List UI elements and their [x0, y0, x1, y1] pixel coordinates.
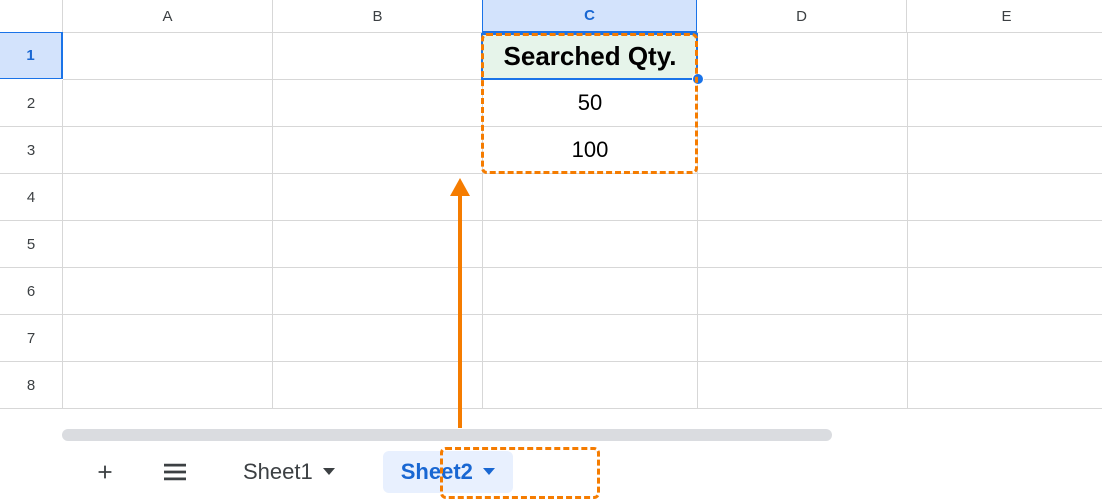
chevron-down-icon: [323, 468, 335, 476]
cell-B7[interactable]: [273, 315, 483, 362]
cell-C5[interactable]: [483, 221, 698, 268]
cell-A8[interactable]: [63, 362, 273, 409]
selection-fill-handle[interactable]: [692, 73, 704, 85]
table-row: 4: [0, 174, 1102, 221]
cell-C1[interactable]: Searched Qty.: [483, 33, 698, 80]
cell-grid[interactable]: A B C D E 1 Searched Qty. 2 50: [0, 0, 1102, 428]
cell-B5[interactable]: [273, 221, 483, 268]
cell-D8[interactable]: [698, 362, 908, 409]
cell-C3[interactable]: 100: [483, 127, 698, 174]
table-row: 2 50: [0, 80, 1102, 127]
cell-C7[interactable]: [483, 315, 698, 362]
cell-C6[interactable]: [483, 268, 698, 315]
spreadsheet-app: A B C D E 1 Searched Qty. 2 50: [0, 0, 1102, 502]
sheet-tab-label: Sheet1: [243, 459, 313, 485]
scroll-thumb[interactable]: [62, 429, 832, 441]
cell-E1[interactable]: [908, 33, 1102, 80]
row-header-3[interactable]: 3: [0, 127, 63, 174]
cell-A5[interactable]: [63, 221, 273, 268]
row-header-7[interactable]: 7: [0, 315, 63, 362]
table-row: 7: [0, 315, 1102, 362]
sheet-tab-bar: Sheet1 Sheet2: [0, 442, 1102, 502]
table-row: 6: [0, 268, 1102, 315]
cell-A1[interactable]: [63, 33, 273, 80]
sheet-tab-label: Sheet2: [401, 459, 473, 485]
cell-A4[interactable]: [63, 174, 273, 221]
cell-E3[interactable]: [908, 127, 1102, 174]
cell-E7[interactable]: [908, 315, 1102, 362]
chevron-down-icon: [483, 468, 495, 476]
scroll-track: [62, 429, 1082, 441]
cell-E2[interactable]: [908, 80, 1102, 127]
table-row: 5: [0, 221, 1102, 268]
row-header-5[interactable]: 5: [0, 221, 63, 268]
cell-D2[interactable]: [698, 80, 908, 127]
cell-B2[interactable]: [273, 80, 483, 127]
annotation-arrow-head: [450, 178, 470, 196]
cell-B8[interactable]: [273, 362, 483, 409]
column-header-D[interactable]: D: [697, 0, 907, 33]
cell-C2[interactable]: 50: [483, 80, 698, 127]
cell-A3[interactable]: [63, 127, 273, 174]
column-header-E[interactable]: E: [907, 0, 1102, 33]
cell-A6[interactable]: [63, 268, 273, 315]
cell-E6[interactable]: [908, 268, 1102, 315]
horizontal-scrollbar[interactable]: [0, 428, 1102, 442]
menu-icon: [164, 463, 186, 481]
cell-D1[interactable]: [698, 33, 908, 80]
plus-icon: [94, 461, 116, 483]
table-row: 1 Searched Qty.: [0, 33, 1102, 80]
row-header-6[interactable]: 6: [0, 268, 63, 315]
cell-A7[interactable]: [63, 315, 273, 362]
sheet-tab-sheet1[interactable]: Sheet1: [225, 451, 353, 493]
cell-D3[interactable]: [698, 127, 908, 174]
cell-D6[interactable]: [698, 268, 908, 315]
cell-C8[interactable]: [483, 362, 698, 409]
cell-E5[interactable]: [908, 221, 1102, 268]
cell-D4[interactable]: [698, 174, 908, 221]
table-row: 3 100: [0, 127, 1102, 174]
column-header-C[interactable]: C: [482, 0, 697, 33]
row-header-2[interactable]: 2: [0, 80, 63, 127]
cell-E4[interactable]: [908, 174, 1102, 221]
annotation-arrow-line: [458, 194, 462, 428]
add-sheet-button[interactable]: [85, 452, 125, 492]
column-header-row: A B C D E: [0, 0, 1102, 33]
table-row: 8: [0, 362, 1102, 409]
column-header-B[interactable]: B: [273, 0, 483, 33]
cell-C4[interactable]: [483, 174, 698, 221]
sheet-tab-sheet2[interactable]: Sheet2: [383, 451, 513, 493]
data-rows: 1 Searched Qty. 2 50 3 100: [0, 33, 1102, 409]
cell-A2[interactable]: [63, 80, 273, 127]
column-header-A[interactable]: A: [63, 0, 273, 33]
row-header-1[interactable]: 1: [0, 32, 63, 79]
cell-D5[interactable]: [698, 221, 908, 268]
row-header-8[interactable]: 8: [0, 362, 63, 409]
cell-B1[interactable]: [273, 33, 483, 80]
cell-D7[interactable]: [698, 315, 908, 362]
cell-E8[interactable]: [908, 362, 1102, 409]
row-header-4[interactable]: 4: [0, 174, 63, 221]
cell-B6[interactable]: [273, 268, 483, 315]
cell-B3[interactable]: [273, 127, 483, 174]
all-sheets-button[interactable]: [155, 452, 195, 492]
select-all-corner[interactable]: [0, 0, 63, 33]
